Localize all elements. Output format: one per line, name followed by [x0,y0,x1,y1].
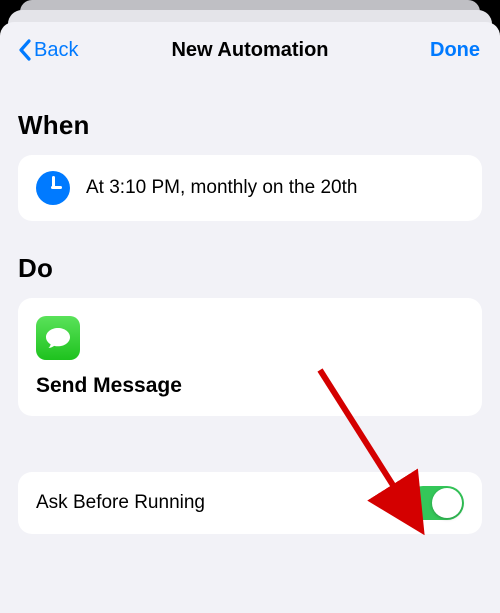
back-label: Back [34,39,78,62]
when-description: At 3:10 PM, monthly on the 20th [86,177,357,199]
clock-icon [36,171,70,205]
nav-bar: Back New Automation Done [14,22,486,78]
done-button[interactable]: Done [424,35,486,66]
toggle-knob [432,488,462,518]
do-action-card[interactable]: Send Message [18,298,482,416]
when-section-header: When [18,110,482,141]
ask-before-running-row: Ask Before Running [18,472,482,534]
chevron-left-icon [18,39,32,61]
messages-app-icon [36,316,80,360]
when-trigger-row[interactable]: At 3:10 PM, monthly on the 20th [18,155,482,221]
ask-before-running-toggle[interactable] [406,486,464,520]
do-section-header: Do [18,253,482,284]
back-button[interactable]: Back [14,35,82,66]
modal-sheet: Back New Automation Done When At 3:10 PM… [0,22,500,613]
do-action-title: Send Message [36,374,464,398]
ask-before-running-label: Ask Before Running [36,492,205,514]
